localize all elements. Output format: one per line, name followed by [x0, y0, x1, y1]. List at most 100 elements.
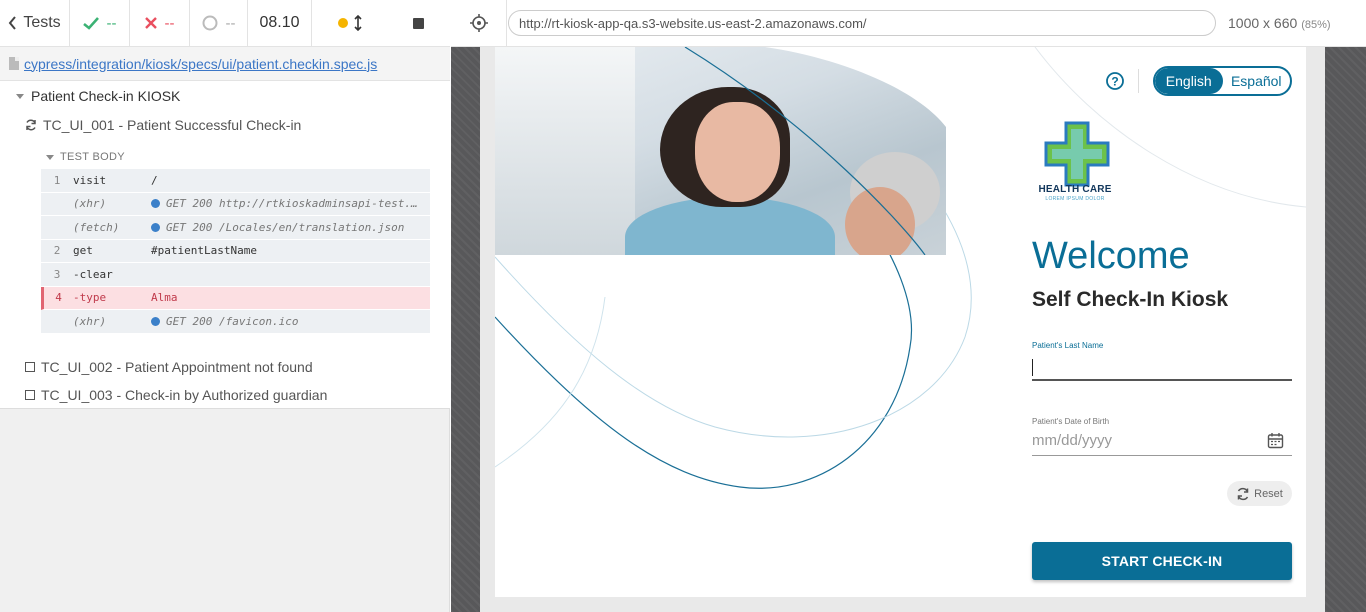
reset-button[interactable]: Reset — [1227, 481, 1292, 506]
lang-english-button[interactable]: English — [1155, 68, 1223, 94]
reporter-header: Tests -- -- -- 08.10 — [0, 0, 450, 47]
test-item-tc-ui-001[interactable]: TC_UI_001 - Patient Successful Check-in — [25, 117, 301, 133]
pending-count: -- — [190, 0, 248, 46]
reporter-panel: Tests -- -- -- 08.10 cypress/integration… — [0, 0, 450, 612]
test-item-tc-ui-002[interactable]: TC_UI_002 - Patient Appointment not foun… — [25, 359, 313, 375]
passed-count: -- — [70, 0, 130, 46]
command-name: -clear — [73, 267, 113, 281]
command-row[interactable]: (xhr) GET 200 /favicon.ico — [41, 310, 430, 334]
lang-spanish-button[interactable]: Español — [1223, 68, 1291, 94]
logo-subtitle: LOREM IPSUM DOLOR — [1045, 196, 1105, 202]
back-label: Tests — [23, 14, 61, 31]
command-row[interactable]: 2 get #patientLastName — [41, 239, 430, 263]
spec-file-bar: cypress/integration/kiosk/specs/ui/patie… — [0, 47, 450, 81]
command-number: 4 — [55, 291, 62, 305]
kiosk-page: ? English Español HEALTH CARE LOREM IPSU… — [495, 47, 1306, 597]
viewport-info[interactable]: 1000 x 660 (85%) — [1228, 15, 1331, 31]
refresh-running-icon — [26, 119, 36, 131]
welcome-heading: Welcome — [1032, 235, 1190, 277]
aut-url-bar[interactable]: http://rt-kiosk-app-qa.s3-website.us-eas… — [508, 10, 1216, 36]
language-toggle: English Español — [1153, 66, 1292, 96]
cross-icon — [144, 17, 157, 29]
hero-photo — [495, 47, 946, 255]
aut-header: http://rt-kiosk-app-qa.s3-website.us-eas… — [451, 0, 1366, 47]
test-title: TC_UI_003 - Check-in by Authorized guard… — [41, 387, 328, 403]
patient-last-name-input[interactable] — [1032, 354, 1292, 381]
command-number: 1 — [53, 173, 61, 187]
selector-playground-button[interactable] — [451, 0, 507, 47]
kiosk-subtitle: Self Check-In Kiosk — [1032, 288, 1229, 311]
calendar-icon[interactable] — [1267, 432, 1284, 449]
cypress-runner: Tests -- -- -- 08.10 cypress/integration… — [0, 0, 1366, 612]
command-name: get — [73, 244, 93, 258]
crosshair-icon — [469, 14, 488, 32]
running-status-dot-icon — [337, 18, 348, 28]
suite-header[interactable]: Patient Check-in KIOSK — [16, 88, 180, 104]
auto-scroll-toggle[interactable] — [337, 15, 362, 31]
command-log: 1 visit / (xhr) GET 200 http://rtkioskad… — [41, 169, 430, 334]
test-body-header[interactable]: TEST BODY — [46, 151, 125, 163]
viewport-size: 1000 x 660 — [1228, 15, 1298, 31]
pending-circle-icon — [202, 15, 217, 31]
command-message: GET 200 http://rtkioskadminsapi-test.us-… — [166, 197, 430, 211]
dob-placeholder: mm/dd/yyyy — [1032, 432, 1113, 449]
passed-count-value: -- — [106, 14, 117, 32]
suite-title: Patient Check-in KIOSK — [31, 88, 181, 104]
command-row[interactable]: 1 visit / — [41, 169, 430, 193]
test-item-tc-ui-003[interactable]: TC_UI_003 - Check-in by Authorized guard… — [25, 387, 327, 403]
command-message: / — [151, 173, 158, 187]
test-title: TC_UI_002 - Patient Appointment not foun… — [41, 359, 313, 375]
reset-label: Reset — [1254, 487, 1283, 500]
command-name: visit — [73, 173, 107, 187]
viewport-scale: (85%) — [1301, 19, 1331, 31]
stop-icon[interactable] — [413, 17, 425, 29]
svg-text:?: ? — [1111, 75, 1118, 89]
aut-stage: ? English Español HEALTH CARE LOREM IPSU… — [451, 47, 1366, 612]
runnables-list: Patient Check-in KIOSK TC_UI_001 - Patie… — [0, 81, 450, 409]
runner-controls — [312, 0, 450, 46]
command-row[interactable]: 3 -clear — [41, 263, 430, 287]
spec-file-link[interactable]: cypress/integration/kiosk/specs/ui/patie… — [24, 56, 377, 72]
command-name: (fetch) — [73, 220, 120, 234]
start-check-in-button[interactable]: START CHECK-IN — [1032, 542, 1292, 580]
pending-count-value: -- — [225, 14, 236, 32]
scroll-arrows-icon — [354, 15, 362, 31]
command-message-wrap: GET 200 /favicon.ico — [151, 315, 430, 328]
patient-dob-input[interactable]: mm/dd/yyyy — [1032, 430, 1292, 456]
test-body-label: TEST BODY — [60, 151, 125, 163]
run-duration: 08.10 — [248, 0, 312, 46]
request-status-dot-icon — [151, 222, 160, 232]
request-status-dot-icon — [151, 316, 160, 326]
command-message: GET 200 /favicon.ico — [166, 314, 299, 328]
test-title: TC_UI_001 - Patient Successful Check-in — [43, 117, 302, 133]
collapse-triangle-icon — [16, 93, 24, 99]
pending-square-icon — [25, 390, 35, 400]
help-icon[interactable]: ? — [1106, 72, 1124, 90]
command-row-active[interactable]: 4 -type Alma — [41, 286, 430, 310]
check-icon — [82, 16, 99, 30]
command-message: #patientLastName — [151, 244, 257, 258]
pending-square-icon — [25, 362, 35, 372]
hero-curve-mask — [684, 47, 946, 255]
back-to-tests-button[interactable]: Tests — [0, 0, 70, 46]
command-name: -type — [73, 291, 107, 305]
command-message-wrap: GET 200 http://rtkioskadminsapi-test.us-… — [151, 197, 430, 210]
command-message: GET 200 /Locales/en/translation.json — [166, 220, 405, 234]
command-row[interactable]: (xhr) GET 200 http://rtkioskadminsapi-te… — [41, 192, 430, 216]
command-number: 3 — [53, 267, 61, 281]
chevron-left-icon — [9, 16, 17, 30]
text-caret — [1032, 359, 1033, 376]
command-name: (xhr) — [73, 314, 107, 328]
last-name-label: Patient's Last Name — [1032, 341, 1104, 350]
failed-count: -- — [130, 0, 190, 46]
file-icon — [9, 57, 19, 70]
command-message-wrap: GET 200 /Locales/en/translation.json — [151, 221, 430, 234]
aut-url: http://rt-kiosk-app-qa.s3-website.us-eas… — [519, 15, 867, 31]
collapse-triangle-icon — [46, 154, 54, 160]
failed-count-value: -- — [164, 14, 175, 32]
aut-iframe: ? English Español HEALTH CARE LOREM IPSU… — [480, 47, 1325, 612]
command-row[interactable]: (fetch) GET 200 /Locales/en/translation.… — [41, 216, 430, 240]
reset-icon — [1237, 487, 1249, 500]
request-status-dot-icon — [151, 199, 160, 209]
dob-label: Patient's Date of Birth — [1032, 417, 1110, 426]
